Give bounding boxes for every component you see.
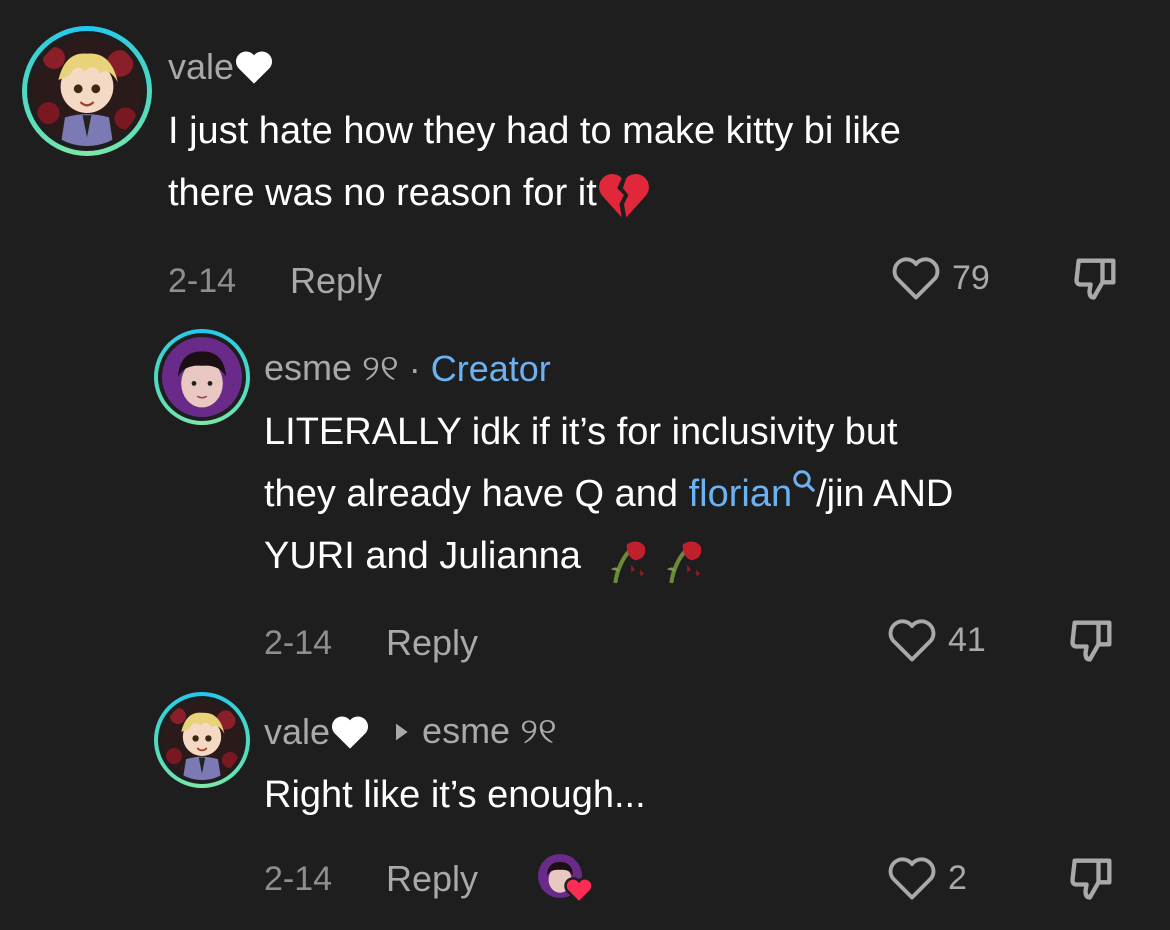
reply-button[interactable]: Reply bbox=[386, 858, 478, 900]
separator: · bbox=[408, 347, 421, 389]
white-heart-icon bbox=[236, 51, 273, 84]
like-count: 2 bbox=[948, 858, 967, 897]
comment-date: 2-14 bbox=[264, 860, 333, 898]
dislike-icon[interactable] bbox=[1066, 614, 1118, 666]
author-name: esme ୨୧ bbox=[264, 347, 399, 388]
wilted-rose-icon bbox=[667, 541, 702, 583]
creator-badge: Creator bbox=[430, 347, 551, 389]
comment-text-line: they already have Q and florian /jin AND bbox=[264, 463, 953, 525]
avatar-image bbox=[162, 337, 242, 417]
reply-button[interactable]: Reply bbox=[386, 622, 478, 664]
comment-text-line: YURI and Julianna bbox=[264, 525, 953, 587]
heart-outline-icon bbox=[892, 257, 940, 300]
comment-text-line: LITERALLY idk if it’s for inclusivity bu… bbox=[264, 411, 898, 453]
comment-author[interactable]: vale bbox=[168, 46, 274, 88]
avatar[interactable] bbox=[154, 329, 250, 425]
search-icon bbox=[793, 470, 815, 492]
comment-text: LITERALLY idk if it’s for inclusivity bu… bbox=[264, 401, 953, 587]
wilted-rose-icon bbox=[611, 541, 646, 583]
avatar-image bbox=[162, 700, 242, 780]
comment-author[interactable]: vale esme ୨୧ bbox=[264, 710, 557, 753]
like-count: 41 bbox=[948, 620, 986, 659]
avatar[interactable] bbox=[22, 26, 152, 156]
avatar-image bbox=[32, 36, 142, 146]
comment-text-line: there was no reason for it bbox=[168, 162, 901, 224]
broken-heart-icon bbox=[598, 173, 649, 218]
comment-author[interactable]: esme ୨୧ · Creator bbox=[264, 347, 551, 390]
comment-date: 2-14 bbox=[264, 624, 333, 662]
like-button[interactable]: 41 bbox=[886, 616, 986, 664]
like-count: 79 bbox=[952, 258, 990, 297]
creator-liked-badge bbox=[538, 854, 594, 906]
avatar[interactable] bbox=[154, 692, 250, 788]
red-heart-icon bbox=[564, 877, 594, 904]
like-button[interactable]: 79 bbox=[890, 254, 990, 302]
reply-to-name[interactable]: esme ୨୧ bbox=[422, 710, 557, 753]
heart-outline-icon bbox=[888, 619, 936, 662]
comment-date: 2-14 bbox=[168, 262, 237, 300]
comment-text: I just hate how they had to make kitty b… bbox=[168, 100, 901, 224]
search-link[interactable]: florian bbox=[689, 470, 817, 515]
author-name: vale bbox=[168, 46, 235, 87]
comment-text-line: I just hate how they had to make kitty b… bbox=[168, 110, 901, 152]
like-button[interactable]: 2 bbox=[886, 854, 967, 902]
white-heart-icon bbox=[332, 715, 369, 749]
comment-text-line: Right like it’s enough... bbox=[264, 774, 646, 816]
comment-text: Right like it’s enough... bbox=[264, 764, 646, 826]
heart-outline-icon bbox=[888, 857, 936, 900]
author-name: vale bbox=[264, 710, 331, 752]
dislike-icon[interactable] bbox=[1070, 252, 1122, 304]
reply-arrow-icon bbox=[396, 723, 408, 740]
dislike-icon[interactable] bbox=[1066, 852, 1118, 904]
reply-button[interactable]: Reply bbox=[290, 260, 382, 302]
